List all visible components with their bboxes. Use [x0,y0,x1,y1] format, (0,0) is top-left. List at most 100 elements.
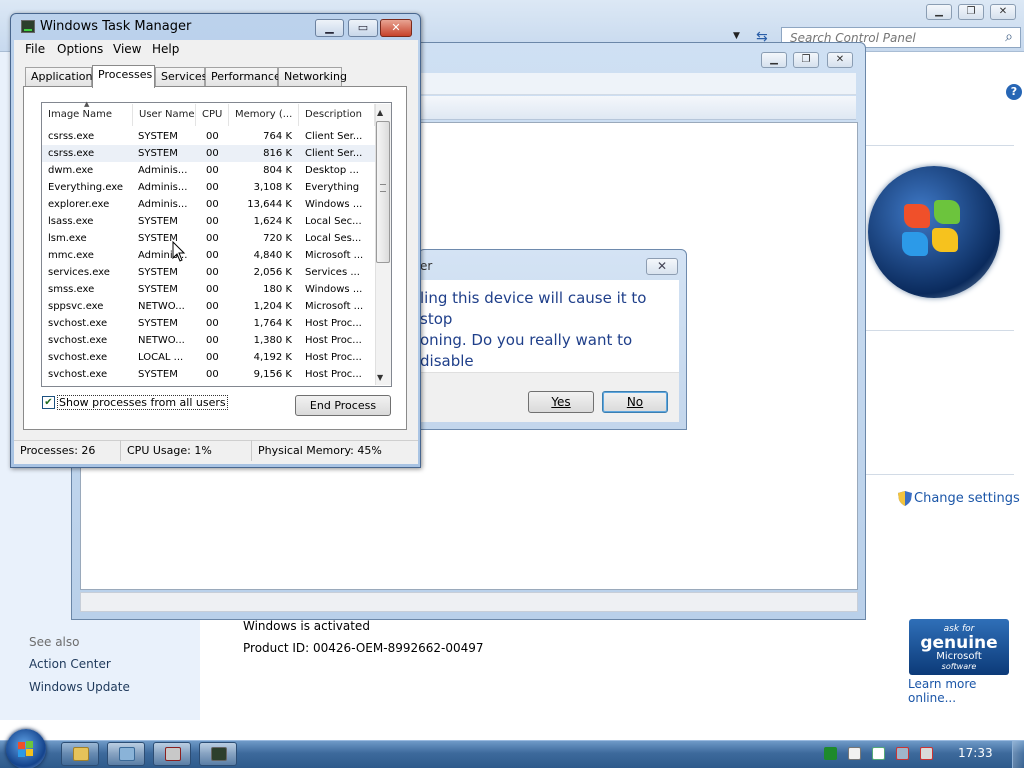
maximize-button[interactable]: ▭ [348,19,378,37]
taskbar-explorer-button[interactable] [61,742,99,766]
column-header-memory[interactable]: Memory (... [229,104,299,126]
action-center-link[interactable]: Action Center [29,657,111,671]
taskbar-task-manager-button[interactable] [199,742,237,766]
table-row[interactable]: smss.exe SYSTEM 00 180 K Windows ... [42,281,375,298]
column-header-cpu[interactable]: CPU [196,104,229,126]
table-row[interactable]: lsass.exe SYSTEM 00 1,624 K Local Sec... [42,213,375,230]
status-cpu-usage: CPU Usage: 1% [121,440,252,461]
tab-processes[interactable]: Processes [92,65,155,88]
tray-cpu-meter-icon[interactable] [824,747,837,760]
tab-performance[interactable]: Performance [205,67,281,86]
search-icon[interactable]: ⌕ [1000,29,1018,47]
uac-shield-icon [898,491,912,506]
process-cpu: 00 [206,131,219,142]
process-cpu: 00 [206,216,219,227]
process-image-name: lsm.exe [48,233,87,244]
see-also-heading: See also [29,635,80,649]
menu-view[interactable]: View [113,42,141,56]
process-description: Host Proc... [305,369,362,380]
taskbar-clock[interactable]: 17:33 [958,746,993,760]
table-row[interactable]: mmc.exe Adminis... 00 4,840 K Microsoft ... [42,247,375,264]
tray-network-icon[interactable] [896,747,909,760]
show-all-users-checkbox[interactable]: ✔ [42,396,55,409]
dm-close-button[interactable]: ✕ [827,52,853,68]
dm-restore-button[interactable]: ❐ [793,52,819,68]
menu-help[interactable]: Help [152,42,179,56]
process-user-name: SYSTEM [138,148,178,159]
no-button[interactable]: No [602,391,668,413]
scroll-down-icon[interactable]: ▼ [377,373,383,382]
process-description: Windows ... [305,199,363,210]
table-row[interactable]: sppsvc.exe NETWO... 00 1,204 K Microsoft ... [42,298,375,315]
cp-restore-button[interactable]: ❐ [958,4,984,20]
process-image-name: explorer.exe [48,199,110,210]
table-row[interactable]: svchost.exe LOCAL ... 00 4,192 K Host Proc..… [42,349,375,366]
start-orb-pane [18,742,25,749]
windows-update-link[interactable]: Windows Update [29,680,130,694]
window-title: Windows Task Manager [40,19,192,34]
process-user-name: SYSTEM [138,284,178,295]
yes-button[interactable]: Yes [528,391,594,413]
cp-close-button[interactable]: ✕ [990,4,1016,20]
table-row[interactable]: explorer.exe Adminis... 00 13,644 K Windows … [42,196,375,213]
help-icon[interactable]: ? [1006,84,1022,100]
table-row[interactable]: lsm.exe SYSTEM 00 720 K Local Ses... [42,230,375,247]
show-all-users-label[interactable]: Show processes from all users [57,395,228,410]
tray-document-icon[interactable] [848,747,861,760]
process-cpu: 00 [206,301,219,312]
show-desktop-button[interactable] [1012,741,1024,768]
end-process-button[interactable]: End Process [295,395,391,416]
change-settings-link[interactable]: Change settings [914,491,1020,506]
table-row[interactable]: svchost.exe SYSTEM 00 1,764 K Host Proc... [42,315,375,332]
process-cpu: 00 [206,267,219,278]
process-user-name: NETWO... [138,301,185,312]
process-user-name: SYSTEM [138,233,178,244]
learn-more-link[interactable]: Learn more online... [908,677,1024,705]
process-description: Microsoft ... [305,301,364,312]
genuine-text: Microsoft [936,651,982,662]
dm-minimize-button[interactable]: ▁ [761,52,787,68]
table-row[interactable]: Everything.exe Adminis... 00 3,108 K Everyth… [42,179,375,196]
tray-action-center-icon[interactable] [872,747,885,760]
start-button[interactable] [6,729,46,768]
table-row[interactable]: services.exe SYSTEM 00 2,056 K Services ... [42,264,375,281]
close-button[interactable]: ✕ [380,19,412,37]
logo-yellow-pane [932,228,958,252]
genuine-microsoft-badge[interactable]: ask for genuine Microsoft software [909,619,1009,675]
taskbar-system-button[interactable] [107,742,145,766]
process-memory: 720 K [263,233,292,244]
process-description: Host Proc... [305,352,362,363]
table-row[interactable]: dwm.exe Adminis... 00 804 K Desktop ... [42,162,375,179]
table-row[interactable]: svchost.exe SYSTEM 00 9,156 K Host Proc... [42,366,375,383]
menu-file[interactable]: File [25,42,45,56]
process-cpu: 00 [206,199,219,210]
tab-applications[interactable]: Applications [25,67,98,86]
column-header-user-name[interactable]: User Name [133,104,196,126]
scroll-up-icon[interactable]: ▲ [377,108,383,117]
process-user-name: LOCAL ... [138,352,184,363]
process-user-name: Adminis... [138,165,188,176]
genuine-text: genuine [920,633,998,653]
cp-minimize-button[interactable]: ▁ [926,4,952,20]
process-memory: 13,644 K [247,199,292,210]
address-dropdown-icon[interactable]: ▼ [733,31,740,41]
scrollbar-thumb[interactable] [376,121,390,263]
status-physical-memory: Physical Memory: 45% [258,444,382,457]
process-description: Host Proc... [305,318,362,329]
table-row[interactable]: svchost.exe NETWO... 00 1,380 K Host Proc... [42,332,375,349]
process-image-name: svchost.exe [48,352,108,363]
dialog-close-button[interactable]: ✕ [646,258,678,275]
table-row[interactable]: csrss.exe SYSTEM 00 816 K Client Ser... [42,145,375,162]
table-row[interactable]: csrss.exe SYSTEM 00 764 K Client Ser... [42,128,375,145]
column-header-description[interactable]: Description [299,104,375,126]
minimize-button[interactable]: ▁ [315,19,344,37]
process-description: Services ... [305,267,360,278]
process-image-name: svchost.exe [48,369,108,380]
tray-volume-icon[interactable] [920,747,933,760]
menu-options[interactable]: Options [57,42,103,56]
process-memory: 180 K [263,284,292,295]
tab-services[interactable]: Services [155,67,207,86]
process-memory: 3,108 K [253,182,292,193]
tab-networking[interactable]: Networking [278,67,347,86]
taskbar-device-manager-button[interactable] [153,742,191,766]
